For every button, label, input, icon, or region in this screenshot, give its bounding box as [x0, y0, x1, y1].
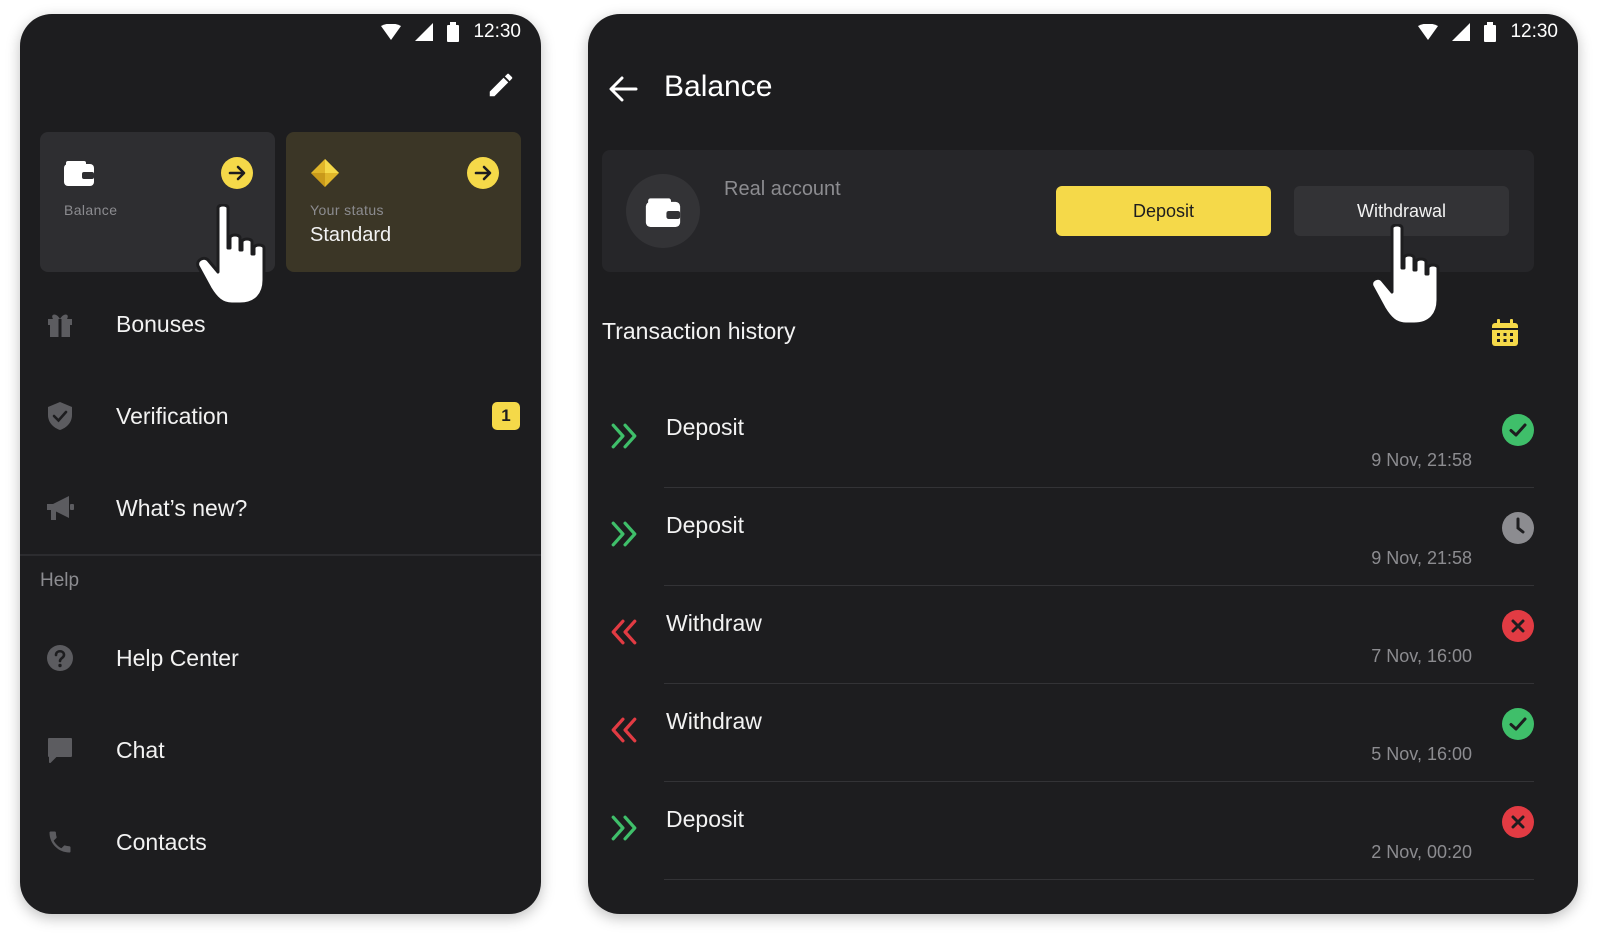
battery-icon	[1484, 22, 1497, 42]
transaction-date: 7 Nov, 16:00	[1371, 646, 1472, 666]
megaphone-icon	[40, 488, 80, 528]
menu-item-help-center[interactable]: Help Center	[40, 630, 520, 686]
wifi-icon	[1418, 24, 1439, 40]
transaction-type: Deposit	[666, 414, 744, 440]
status-value: Standard	[310, 224, 392, 246]
menu-item-bonuses[interactable]: Bonuses	[40, 296, 520, 352]
transaction-row[interactable]: Withdraw 7 Nov, 16:00	[602, 586, 1534, 684]
signal-icon	[1452, 23, 1471, 41]
transaction-type: Withdraw	[666, 610, 762, 636]
transaction-row[interactable]: Deposit 9 Nov, 21:58	[602, 488, 1534, 586]
battery-icon	[447, 22, 460, 42]
balance-label: Balance	[64, 202, 118, 218]
notification-badge: 1	[492, 402, 520, 430]
menu-label: Contacts	[116, 828, 207, 855]
double-chevron-right-icon	[610, 422, 638, 455]
transaction-date: 9 Nov, 21:58	[1371, 548, 1472, 568]
gift-icon	[40, 304, 80, 344]
transaction-type: Deposit	[666, 806, 744, 832]
hand-pointer-icon	[196, 204, 266, 306]
back-arrow-icon[interactable]	[606, 72, 640, 106]
menu-label: Verification	[116, 402, 229, 429]
signal-icon	[415, 23, 434, 41]
menu-label: Bonuses	[116, 310, 206, 337]
arrow-right-icon[interactable]	[467, 157, 499, 189]
status-card[interactable]: Your status Standard	[286, 132, 521, 272]
double-chevron-right-icon	[610, 520, 638, 553]
check-circle-icon	[1502, 708, 1534, 740]
clock: 12:30	[473, 21, 521, 42]
status-label: Your status	[310, 202, 384, 218]
pencil-icon[interactable]	[486, 70, 516, 100]
hand-pointer-icon	[1370, 224, 1440, 326]
status-bar: 12:30	[381, 20, 521, 44]
menu-item-contacts[interactable]: Contacts	[40, 814, 520, 870]
calendar-icon[interactable]	[1490, 318, 1520, 348]
menu-screen: 12:30 Balance Your status Standard Bonus…	[20, 14, 541, 914]
balance-screen: 12:30 Balance Real account Deposit Withd…	[588, 14, 1578, 914]
divider	[20, 554, 541, 556]
transaction-type: Deposit	[666, 512, 744, 538]
menu-label: Help Center	[116, 644, 239, 671]
chat-icon	[40, 730, 80, 770]
wifi-icon	[381, 24, 402, 40]
transaction-date: 9 Nov, 21:58	[1371, 450, 1472, 470]
menu-item-chat[interactable]: Chat	[40, 722, 520, 778]
transaction-date: 2 Nov, 00:20	[1371, 842, 1472, 862]
menu-label: Chat	[116, 736, 165, 763]
double-chevron-left-icon	[610, 618, 638, 651]
clock: 12:30	[1510, 21, 1558, 42]
double-chevron-left-icon	[610, 716, 638, 749]
help-section-title: Help	[40, 570, 80, 591]
wallet-icon	[626, 174, 700, 248]
diamond-icon	[311, 159, 339, 187]
double-chevron-right-icon	[610, 814, 638, 847]
arrow-right-icon[interactable]	[221, 157, 253, 189]
clock-icon	[1502, 512, 1534, 544]
check-circle-icon	[1502, 414, 1534, 446]
question-icon	[40, 638, 80, 678]
transaction-history-title: Transaction history	[602, 318, 796, 344]
error-circle-icon	[1502, 610, 1534, 642]
transaction-date: 5 Nov, 16:00	[1371, 744, 1472, 764]
deposit-button[interactable]: Deposit	[1056, 186, 1271, 236]
divider	[664, 879, 1534, 880]
menu-item-verification[interactable]: Verification 1	[40, 388, 520, 444]
menu-label: What’s new?	[116, 494, 248, 521]
wallet-icon	[64, 161, 94, 186]
menu-item-whats-new[interactable]: What’s new?	[40, 480, 520, 536]
transaction-type: Withdraw	[666, 708, 762, 734]
page-title: Balance	[664, 70, 773, 103]
error-circle-icon	[1502, 806, 1534, 838]
phone-icon	[40, 822, 80, 862]
status-bar: 12:30	[1418, 20, 1558, 44]
account-type-label: Real account	[724, 178, 841, 200]
transaction-row[interactable]: Deposit 9 Nov, 21:58	[602, 390, 1534, 488]
shield-icon	[40, 396, 80, 436]
transaction-row[interactable]: Withdraw 5 Nov, 16:00	[602, 684, 1534, 782]
transaction-row[interactable]: Deposit 2 Nov, 00:20	[602, 782, 1534, 880]
